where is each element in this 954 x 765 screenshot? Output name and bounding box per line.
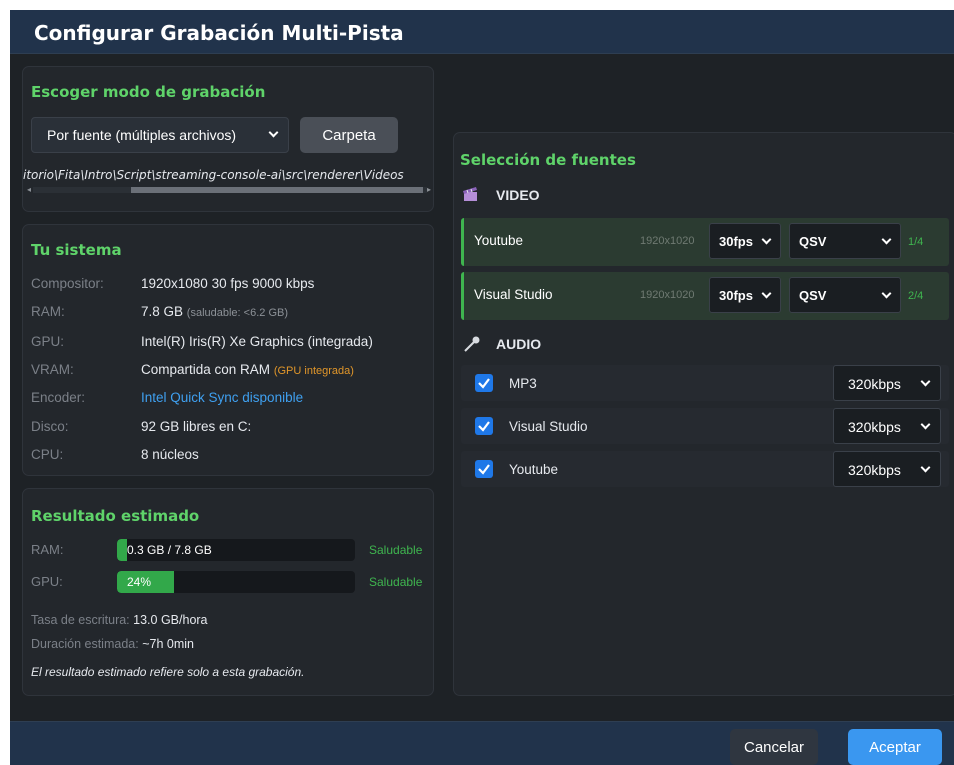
chevron-down-icon [268,127,279,138]
video-section-header: VIDEO [462,186,540,204]
encoder-select[interactable]: QSV [789,277,901,313]
sources-panel: Selección de fuentes VIDEO Youtube 1920x… [453,132,954,696]
ram-usage-fill [117,539,127,561]
audio-section-header: AUDIO [462,335,541,353]
audio-checkbox[interactable] [475,374,493,392]
estimated-duration: Duración estimada: ~7h 0min [31,637,194,651]
folder-button[interactable]: Carpeta [300,117,398,153]
ram-status: Saludable [369,543,423,557]
chevron-down-icon [761,234,772,245]
system-panel: Tu sistema Compositor: 1920x1080 30 fps … [22,224,434,476]
video-source-row: Visual Studio 1920x1020 30fps QSV 2/4 [461,272,949,320]
scroll-left-icon[interactable]: ◂ [27,185,31,194]
chevron-down-icon [920,419,931,430]
checkmark-icon [478,378,490,389]
encoder-select[interactable]: QSV [789,223,901,259]
mode-select-value: Por fuente (múltiples archivos) [47,127,237,143]
audio-source-row: Visual Studio 320kbps [461,408,949,444]
bitrate-select[interactable]: 320kbps [833,408,941,444]
clapperboard-icon [462,186,484,204]
checkmark-icon [478,464,490,475]
checkmark-icon [478,421,490,432]
chevron-down-icon [881,288,892,299]
audio-source-row: Youtube 320kbps [461,451,949,487]
estimate-ram-row: RAM: 0.3 GB / 7.8 GB Saludable [31,539,431,561]
system-panel-title: Tu sistema [31,241,122,259]
fps-select[interactable]: 30fps [709,223,781,259]
bitrate-select[interactable]: 320kbps [833,451,941,487]
microphone-icon [462,335,484,353]
accept-button[interactable]: Aceptar [848,729,942,765]
scroll-right-icon[interactable]: ▸ [427,185,431,194]
audio-checkbox[interactable] [475,417,493,435]
mode-select[interactable]: Por fuente (múltiples archivos) [31,117,289,153]
path-scrollbar[interactable]: ◂ ▸ [27,185,431,194]
dialog-footer: Cancelar Aceptar [10,721,954,765]
gpu-usage-bar: 24% [117,571,355,593]
estimate-panel-title: Resultado estimado [31,507,200,525]
chevron-down-icon [761,288,772,299]
mode-panel-title: Escoger modo de grabación [31,83,266,101]
write-rate: Tasa de escritura: 13.0 GB/hora [31,613,208,627]
sources-panel-title: Selección de fuentes [460,151,636,169]
mode-panel: Escoger modo de grabación Por fuente (mú… [22,66,434,212]
chevron-down-icon [881,234,892,245]
ram-usage-bar: 0.3 GB / 7.8 GB [117,539,355,561]
bitrate-select[interactable]: 320kbps [833,365,941,401]
estimate-gpu-row: GPU: 24% Saludable [31,571,431,593]
chevron-down-icon [920,376,931,387]
multitrack-dialog: Configurar Grabación Multi-Pista Escoger… [10,10,954,765]
fps-select[interactable]: 30fps [709,277,781,313]
dialog-titlebar: Configurar Grabación Multi-Pista [10,10,954,54]
chevron-down-icon [920,462,931,473]
video-source-row: Youtube 1920x1020 30fps QSV 1/4 [461,218,949,266]
estimate-note: El resultado estimado refiere solo a est… [31,665,305,679]
audio-source-row: MP3 320kbps [461,365,949,401]
audio-checkbox[interactable] [475,460,493,478]
scrollbar-thumb[interactable] [131,187,423,193]
dialog-title: Configurar Grabación Multi-Pista [34,21,404,45]
gpu-status: Saludable [369,575,423,589]
cancel-button[interactable]: Cancelar [730,729,818,765]
estimate-panel: Resultado estimado RAM: 0.3 GB / 7.8 GB … [22,488,434,696]
output-path: itorio\Fita\Intro\Script\streaming-conso… [23,168,404,182]
